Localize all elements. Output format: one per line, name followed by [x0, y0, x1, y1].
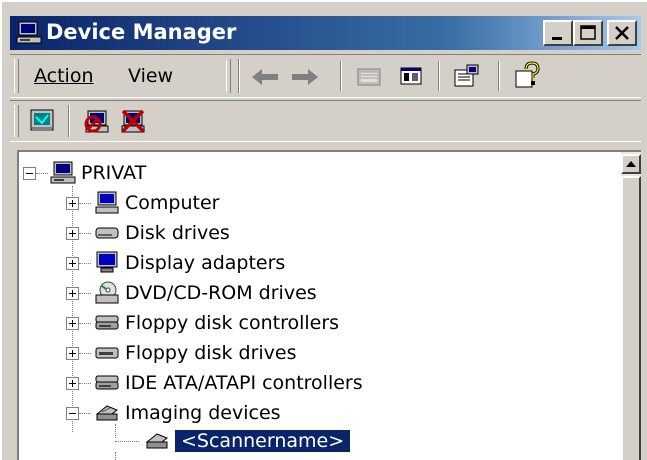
properties-icon[interactable] [452, 62, 482, 90]
scanner-icon [146, 433, 168, 449]
action-toolbar [10, 100, 641, 142]
scroll-thumb[interactable] [621, 176, 641, 460]
toolbar-separator [238, 59, 240, 93]
expand-icon[interactable] [66, 347, 79, 360]
expand-icon[interactable] [66, 377, 79, 390]
tree-item-display-adapters[interactable]: Display adapters [19, 250, 349, 276]
tree-connector [79, 413, 91, 414]
tree-connector [115, 441, 139, 442]
minimize-icon [552, 37, 562, 40]
toolbar-separator [340, 61, 342, 91]
tree-item-floppy-disk-controllers[interactable]: Floppy disk controllers [19, 310, 349, 336]
menu-action[interactable]: Action [34, 65, 94, 87]
window-title: Device Manager [46, 20, 237, 44]
close-button[interactable] [607, 20, 637, 46]
tree-item-floppy-disk-drives[interactable]: Floppy disk drives [19, 340, 349, 366]
menu-grip[interactable] [14, 59, 19, 93]
tree-item-label: IDE ATA/ATAPI controllers [125, 372, 363, 394]
tree-item-label: Disk drives [125, 222, 230, 244]
tree-item-label: Display adapters [125, 252, 286, 274]
tree-item-label-selected: <Scannername> [173, 429, 352, 453]
tree-connector [79, 263, 91, 264]
device-manager-window: Device Manager Action View PRIVAT Comput… [0, 0, 647, 460]
forward-arrow-icon[interactable] [288, 65, 322, 89]
tree-item-imaging-devices[interactable]: Imaging devices [19, 400, 349, 426]
toolbar-grip[interactable] [14, 105, 19, 137]
collapse-icon[interactable] [23, 167, 36, 180]
toolbar-separator [498, 61, 500, 91]
tree-item-ide-controllers[interactable]: IDE ATA/ATAPI controllers [19, 370, 363, 396]
tree-connector [79, 293, 91, 294]
up-arrow-icon [626, 161, 636, 167]
expand-icon[interactable] [66, 287, 79, 300]
tree-item-label: DVD/CD-ROM drives [125, 282, 317, 304]
device-tree-panel: PRIVAT Computer Disk drives Display adap… [17, 150, 641, 460]
scan-hardware-icon[interactable] [28, 107, 58, 135]
dvd-drive-icon [95, 281, 119, 304]
minimize-button[interactable] [543, 20, 573, 46]
expand-icon[interactable] [66, 227, 79, 240]
tree-connector [36, 173, 48, 174]
scroll-up-button[interactable] [621, 154, 641, 174]
disable-device-icon[interactable] [82, 107, 112, 135]
floppy-controller-icon [95, 315, 119, 330]
toolbar-grip[interactable] [226, 59, 231, 93]
tree-item-disk-drives[interactable]: Disk drives [19, 220, 349, 246]
tree-connector [79, 383, 91, 384]
tree-item-label: Floppy disk controllers [125, 312, 340, 334]
device-manager-icon [16, 21, 42, 44]
tree-item-computer[interactable]: Computer [19, 190, 349, 216]
tree-root-label: PRIVAT [81, 162, 147, 184]
tree-connector [79, 323, 91, 324]
expand-icon[interactable] [66, 197, 79, 210]
close-icon [615, 26, 629, 40]
tree-connector [79, 353, 91, 354]
up-folder-icon[interactable] [355, 63, 383, 89]
vertical-scrollbar[interactable] [621, 152, 641, 460]
menu-view-label: View [128, 65, 174, 87]
menu-toolbar: Action View [10, 54, 641, 98]
help-icon[interactable] [514, 61, 542, 91]
computer-icon [95, 191, 119, 214]
computer-root-icon [50, 161, 76, 184]
toolbar-separator [68, 105, 70, 137]
menu-action-label: Action [34, 65, 94, 87]
maximize-button[interactable] [573, 20, 603, 46]
expand-icon[interactable] [66, 257, 79, 270]
ide-controller-icon [95, 375, 119, 390]
tree-connector [79, 233, 91, 234]
imaging-device-icon [96, 405, 118, 421]
tree-item-label: Floppy disk drives [125, 342, 297, 364]
tree-item-dvd-cd-rom-drives[interactable]: DVD/CD-ROM drives [19, 280, 349, 306]
show-hide-tree-icon[interactable] [398, 64, 424, 88]
device-tree: PRIVAT Computer Disk drives Display adap… [19, 152, 609, 460]
tree-item-scanner[interactable]: <Scannername> [19, 428, 419, 454]
floppy-drive-icon [95, 347, 119, 359]
toolbar-separator [438, 61, 440, 91]
expand-icon[interactable] [66, 317, 79, 330]
tree-item-label: Computer [125, 192, 220, 214]
display-adapter-icon [96, 251, 118, 273]
tree-branch-line [115, 452, 116, 460]
disk-drive-icon [95, 227, 119, 239]
uninstall-device-icon[interactable] [118, 107, 148, 135]
maximize-icon [580, 25, 596, 40]
title-bar[interactable]: Device Manager [10, 16, 641, 50]
back-arrow-icon[interactable] [248, 65, 282, 89]
menu-view[interactable]: View [128, 65, 173, 87]
tree-connector [79, 203, 91, 204]
tree-root-privat[interactable]: PRIVAT [19, 160, 319, 186]
tree-item-label: Imaging devices [125, 402, 281, 424]
collapse-icon[interactable] [66, 407, 79, 420]
